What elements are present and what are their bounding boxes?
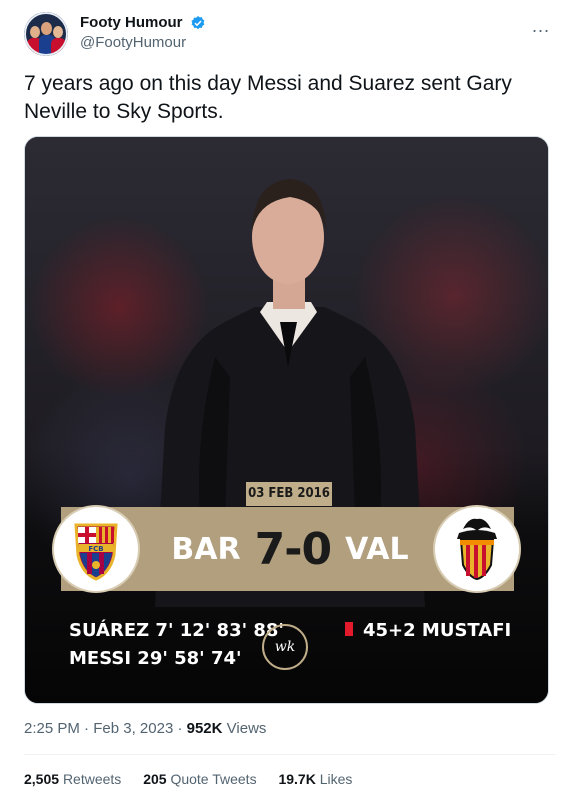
display-name[interactable]: Footy Humour — [80, 14, 183, 31]
tweet-text: 7 years ago on this day Messi and Suarez… — [24, 72, 512, 123]
tweet-meta: 2:25 PM · Feb 3, 2023 · 952K Views — [24, 720, 266, 737]
separator: · — [177, 720, 183, 737]
account-handle[interactable]: @FootyHumour — [80, 34, 206, 51]
scoreline: BAR 7-0 VAL — [145, 507, 435, 591]
retweets-stat[interactable]: 2,505 Retweets — [24, 771, 121, 787]
tweet-date[interactable]: Feb 3, 2023 — [93, 720, 173, 737]
account-names: Footy Humour @FootyHumour — [80, 14, 206, 51]
watermark-logo: wk — [262, 624, 308, 670]
retweets-count: 2,505 — [24, 771, 60, 787]
more-options-icon[interactable]: ... — [532, 16, 550, 37]
valencia-crest-icon — [435, 507, 519, 591]
tweet-header: Footy Humour @FootyHumour ... — [24, 12, 556, 58]
avatar[interactable] — [24, 12, 68, 56]
likes-stat[interactable]: 19.7K Likes — [278, 771, 352, 787]
red-card-icon — [345, 622, 353, 636]
likes-count: 19.7K — [278, 771, 316, 787]
away-team: VAL — [345, 531, 409, 567]
barcelona-crest-icon: FCB — [54, 507, 138, 591]
scorer-line: MESSI 29' 58' 74' — [69, 648, 242, 669]
separator: · — [84, 720, 90, 737]
quote-tweets-stat[interactable]: 205 Quote Tweets — [143, 771, 256, 787]
engagement-stats: 2,505 Retweets 205 Quote Tweets 19.7K Li… — [24, 771, 370, 787]
quotes-count: 205 — [143, 771, 167, 787]
scorer-line: SUÁREZ 7' 12' 83' 88' — [69, 620, 284, 641]
retweets-label: Retweets — [62, 771, 122, 787]
divider — [24, 754, 556, 755]
tweet-time[interactable]: 2:25 PM — [24, 720, 80, 737]
match-date: 03 FEB 2016 — [246, 482, 332, 506]
verified-badge-icon — [191, 15, 205, 29]
quotes-label: Quote Tweets — [170, 771, 257, 787]
tweet-image[interactable]: 03 FEB 2016 FCB BAR 7-0 VAL SUÁREZ 7' 12… — [24, 136, 549, 704]
crest-text: FCB — [88, 545, 103, 553]
views-label: Views — [226, 720, 267, 737]
goal-scorers: SUÁREZ 7' 12' 83' 88' MESSI 29' 58' 74' — [69, 617, 284, 673]
views-count: 952K — [186, 720, 223, 737]
red-card-text: 45+2 MUSTAFI — [363, 620, 512, 641]
home-team: BAR — [171, 531, 241, 567]
final-score: 7-0 — [254, 523, 332, 575]
likes-label: Likes — [319, 771, 353, 787]
